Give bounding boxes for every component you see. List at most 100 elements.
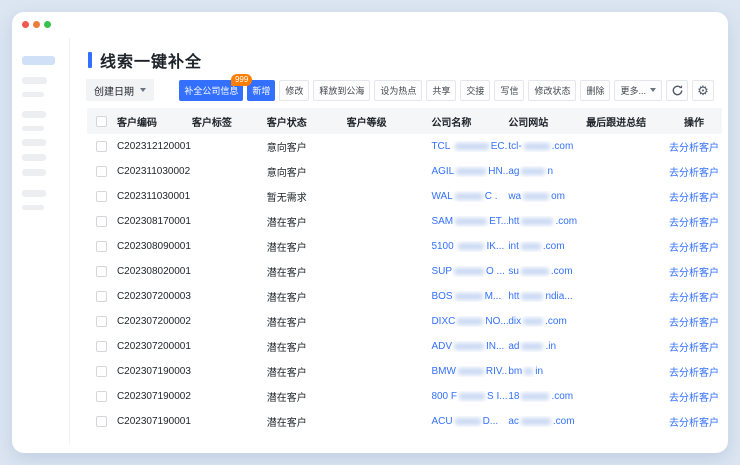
row-checkbox[interactable] xyxy=(96,316,107,327)
cell-text: ac xyxy=(508,416,519,427)
customer-code: C202308090001 xyxy=(117,241,192,252)
sidebar-skeleton-item[interactable] xyxy=(22,154,46,161)
complete-company-info-button[interactable]: 补全公司信息 999 xyxy=(179,80,243,101)
analyze-customer-link[interactable]: 去分析客户 xyxy=(669,243,719,254)
analyze-customer-link[interactable]: 去分析客户 xyxy=(669,393,719,404)
analyze-customer-link[interactable]: 去分析客户 xyxy=(669,293,719,304)
customer-code: C202307200002 xyxy=(117,316,192,327)
column-header: 公司网站 xyxy=(508,114,586,129)
company-website[interactable]: su.com xyxy=(508,266,586,277)
analyze-customer-link[interactable]: 去分析客户 xyxy=(669,168,719,179)
customer-code: C202307190001 xyxy=(117,416,192,427)
table-row: C202312120001意向客户TCL EC...tcl-.com去分析客户 xyxy=(87,134,722,159)
row-checkbox[interactable] xyxy=(96,216,107,227)
redacted-text xyxy=(524,143,550,150)
row-checkbox[interactable] xyxy=(96,341,107,352)
column-header: 客户状态 xyxy=(267,114,347,129)
toolbar-button[interactable]: 释放到公海 xyxy=(313,80,370,101)
select-all-checkbox[interactable] xyxy=(96,116,107,127)
sidebar-skeleton-item[interactable] xyxy=(22,205,44,210)
table-row: C202308090001潜在客户5100 IK...int.com去分析客户 xyxy=(87,234,722,259)
sidebar-item-active[interactable] xyxy=(22,56,55,65)
company-website[interactable]: agn xyxy=(508,166,586,177)
sidebar xyxy=(22,56,67,218)
column-header: 最后跟进总结 xyxy=(586,114,666,129)
close-window-icon[interactable] xyxy=(22,21,29,28)
column-header: 操作 xyxy=(666,114,722,129)
toolbar-button[interactable]: 修改 xyxy=(279,80,309,101)
refresh-button[interactable] xyxy=(666,80,688,101)
sidebar-skeleton-item[interactable] xyxy=(22,92,44,97)
sidebar-skeleton-item[interactable] xyxy=(22,190,46,197)
row-checkbox[interactable] xyxy=(96,241,107,252)
redacted-text xyxy=(521,218,553,225)
sidebar-skeleton-item[interactable] xyxy=(22,139,46,146)
company-name: WALC . xyxy=(431,191,508,202)
row-checkbox[interactable] xyxy=(96,141,107,152)
company-name: SAMET... xyxy=(431,216,508,227)
row-checkbox[interactable] xyxy=(96,366,107,377)
customer-code: C202311030001 xyxy=(117,191,192,202)
toolbar-button[interactable]: 删除 xyxy=(580,80,610,101)
row-checkbox[interactable] xyxy=(96,191,107,202)
company-website[interactable]: tcl-.com xyxy=(508,141,586,152)
row-checkbox[interactable] xyxy=(96,266,107,277)
cell-text: EC... xyxy=(491,141,509,152)
cell-text: htt xyxy=(508,291,519,302)
table-header: 客户编码客户标签客户状态客户等级公司名称公司网站最后跟进总结操作 xyxy=(87,108,722,134)
add-button[interactable]: 新增 xyxy=(247,80,275,101)
sidebar-skeleton-item[interactable] xyxy=(22,111,46,118)
table-row: C202308170001潜在客户SAMET...htt.com去分析客户 xyxy=(87,209,722,234)
page-header: 线索一键补全 xyxy=(88,48,202,72)
analyze-customer-link[interactable]: 去分析客户 xyxy=(669,143,719,154)
row-checkbox[interactable] xyxy=(96,416,107,427)
table-row: C202307200002潜在客户DIXCNO...dix.com去分析客户 xyxy=(87,309,722,334)
sidebar-skeleton-item[interactable] xyxy=(22,77,47,84)
cell-text: 800 F xyxy=(431,391,457,402)
analyze-customer-link[interactable]: 去分析客户 xyxy=(669,218,719,229)
analyze-customer-link[interactable]: 去分析客户 xyxy=(669,268,719,279)
minimize-window-icon[interactable] xyxy=(33,21,40,28)
sidebar-skeleton-item[interactable] xyxy=(22,126,44,131)
company-website[interactable]: int.com xyxy=(508,241,586,252)
more-button[interactable]: 更多... xyxy=(614,80,662,101)
company-website[interactable]: httndia... xyxy=(508,291,586,302)
company-website[interactable]: bmin xyxy=(508,366,586,377)
company-website[interactable]: ad.in xyxy=(508,341,586,352)
cell-text: wa xyxy=(508,191,521,202)
customer-status: 意向客户 xyxy=(267,164,347,179)
analyze-customer-link[interactable]: 去分析客户 xyxy=(669,343,719,354)
toolbar-button[interactable]: 共享 xyxy=(426,80,456,101)
row-checkbox[interactable] xyxy=(96,291,107,302)
analyze-customer-link[interactable]: 去分析客户 xyxy=(669,193,719,204)
cell-text: .com xyxy=(555,216,577,227)
analyze-customer-link[interactable]: 去分析客户 xyxy=(669,418,719,429)
toolbar-button[interactable]: 交接 xyxy=(460,80,490,101)
customer-code: C202308020001 xyxy=(117,266,192,277)
company-website[interactable]: htt.com xyxy=(508,216,586,227)
redacted-text xyxy=(457,318,483,325)
company-website[interactable]: 18.com xyxy=(508,391,586,402)
company-website[interactable]: ac.com xyxy=(508,416,586,427)
maximize-window-icon[interactable] xyxy=(44,21,51,28)
company-website[interactable]: dix.com xyxy=(508,316,586,327)
redacted-text xyxy=(459,393,485,400)
toolbar-button[interactable]: 设为热点 xyxy=(374,80,422,101)
row-checkbox[interactable] xyxy=(96,391,107,402)
toolbar-button[interactable]: 修改状态 xyxy=(528,80,576,101)
refresh-icon xyxy=(671,84,684,97)
analyze-customer-link[interactable]: 去分析客户 xyxy=(669,368,719,379)
customer-code: C202311030002 xyxy=(117,166,192,177)
customer-status: 潜在客户 xyxy=(267,414,347,429)
redacted-text xyxy=(523,318,543,325)
company-website[interactable]: waom xyxy=(508,191,586,202)
row-checkbox[interactable] xyxy=(96,166,107,177)
sidebar-skeleton-item[interactable] xyxy=(22,169,46,176)
toolbar-button[interactable]: 写信 xyxy=(494,80,524,101)
date-filter-dropdown[interactable]: 创建日期 xyxy=(86,79,154,101)
cell-text: bm xyxy=(508,366,522,377)
settings-button[interactable]: ⚙ xyxy=(692,80,714,101)
table-row: C202311030002意向客户AGILHN...agn去分析客户 xyxy=(87,159,722,184)
customer-status: 潜在客户 xyxy=(267,339,347,354)
analyze-customer-link[interactable]: 去分析客户 xyxy=(669,318,719,329)
